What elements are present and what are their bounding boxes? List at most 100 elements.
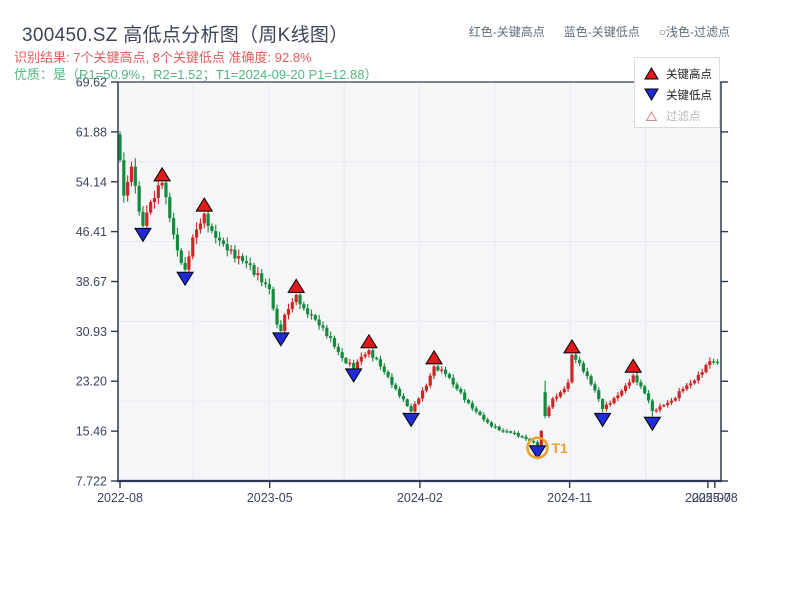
candle-body (313, 315, 317, 320)
candle-body (340, 352, 344, 359)
quality-result-text: 优质：是（R1=50.9%，R2=1.52；T1=2024-09-20 P1=1… (14, 67, 378, 82)
x-tick-label: 2025-08 (692, 491, 738, 505)
candle-body (275, 308, 279, 325)
candle-body (689, 383, 693, 386)
candle-body (432, 366, 436, 376)
candle-body (329, 336, 333, 338)
candle-body (493, 426, 497, 428)
candle-body (497, 426, 501, 431)
legend-item-filtered: 过滤点 (644, 105, 719, 126)
candle-body (183, 262, 187, 270)
candle-body (290, 302, 294, 309)
candle-body (348, 362, 352, 365)
candle-body (168, 197, 172, 219)
candle-body (221, 240, 226, 245)
t1-label: T1 (551, 440, 568, 456)
legend-label: 关键高点 (666, 68, 712, 81)
candle-body (715, 361, 720, 364)
candle-body (509, 431, 513, 433)
candle-body (420, 390, 425, 399)
triangle-down-icon (644, 88, 659, 101)
candle-body (175, 234, 180, 251)
plot-legend: 关键高点 关键低点 过滤点 (634, 57, 720, 128)
x-tick-label: 2022-08 (97, 491, 143, 505)
candle-body (512, 432, 517, 435)
y-tick-label: 15.46 (76, 425, 107, 439)
candle-body (252, 265, 256, 275)
candle-body (283, 314, 287, 331)
candle-body (574, 354, 578, 360)
candle-body (225, 244, 229, 251)
candle-body (363, 354, 367, 357)
candle-body (145, 212, 149, 226)
candle-body (543, 392, 547, 417)
candle-body (336, 346, 340, 353)
candle-body (451, 377, 455, 385)
candle-body (677, 391, 681, 399)
candle-body (344, 358, 348, 364)
candle-body (466, 399, 471, 404)
candle-body (271, 289, 275, 309)
candle-body (459, 388, 463, 393)
candle-body (455, 384, 459, 389)
candle-body (267, 284, 271, 290)
candle-body (179, 250, 183, 263)
candle-body (298, 294, 302, 305)
candle-body (240, 256, 245, 262)
candle-body (505, 431, 509, 433)
y-tick-label: 38.67 (76, 275, 107, 289)
candle-body (551, 398, 555, 408)
x-tick-label: 2024-02 (397, 491, 443, 505)
header-legend-key-low: 蓝色-关键低点 (563, 25, 640, 39)
candle-body (371, 350, 375, 358)
candle-body (570, 354, 574, 383)
candle-body (700, 372, 704, 375)
candle-body (359, 356, 363, 362)
candle-body (547, 407, 551, 417)
candle-body (248, 263, 252, 266)
y-tick-label: 46.41 (76, 225, 107, 239)
candle-body (474, 408, 478, 412)
candle-body (681, 388, 685, 392)
candle-body (375, 357, 379, 360)
candle-body (394, 384, 398, 389)
candle-body (562, 388, 566, 393)
candle-body (137, 185, 141, 212)
candle-body (217, 237, 222, 241)
y-tick-label: 54.14 (76, 175, 107, 189)
candle-body (367, 350, 371, 355)
candle-body (294, 294, 298, 303)
triangle-up-icon (644, 67, 659, 80)
candle-body (470, 403, 474, 409)
candle-body (321, 325, 325, 328)
candle-body (669, 400, 674, 403)
candle-body (401, 396, 406, 400)
candle-body (233, 249, 237, 259)
legend-item-key-low: 关键低点 (644, 84, 719, 105)
candle-body (413, 403, 417, 412)
candle-body (581, 363, 586, 372)
candle-body (187, 256, 191, 270)
candle-body (397, 388, 402, 397)
candle-body (589, 376, 593, 385)
candle-body (524, 436, 528, 439)
candle-body (696, 374, 700, 381)
candle-body (332, 337, 337, 347)
candle-body (558, 392, 563, 397)
candle-body (708, 361, 712, 366)
candle-body (600, 399, 605, 409)
x-tick-label: 2023-05 (247, 491, 293, 505)
candle-body (244, 261, 248, 264)
candle-body (685, 385, 689, 389)
candle-body (501, 430, 505, 432)
header-legend-key-high: 红色-关键高点 (468, 25, 545, 39)
candle-body (482, 414, 486, 420)
candle-body (658, 406, 662, 411)
candle-body (214, 231, 218, 238)
candle-body (386, 371, 390, 377)
candle-body (256, 273, 260, 275)
candle-body (516, 432, 520, 437)
candle-body (325, 327, 329, 337)
candle-body (612, 398, 616, 404)
candle-body (405, 399, 409, 407)
